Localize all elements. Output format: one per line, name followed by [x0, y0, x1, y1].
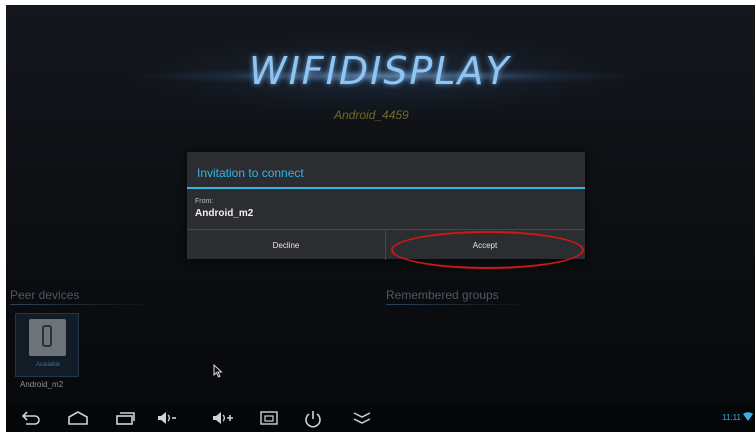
app-logo: WIFIDISPLAY	[249, 49, 511, 93]
collapse-icon[interactable]	[351, 410, 373, 426]
decline-button[interactable]: Decline	[187, 230, 386, 260]
home-icon[interactable]	[66, 410, 90, 426]
screen: WIFIDISPLAY Android_4459 Invitation to c…	[6, 5, 755, 432]
remembered-groups-title: Remembered groups	[386, 288, 499, 302]
from-value: Android_m2	[195, 208, 254, 219]
dialog-button-row: Decline Accept	[187, 229, 585, 260]
dialog-header: Invitation to connect	[187, 152, 585, 189]
peer-devices-title: Peer devices	[10, 288, 80, 302]
peer-device-status: Available	[35, 362, 61, 368]
from-label: From:	[195, 198, 214, 205]
back-icon[interactable]	[20, 410, 42, 426]
recent-apps-icon[interactable]	[114, 410, 136, 426]
invitation-dialog: Invitation to connect From: Android_m2 D…	[187, 152, 585, 260]
accept-button[interactable]: Accept	[386, 230, 584, 260]
dialog-title: Invitation to connect	[197, 166, 304, 180]
wifi-icon	[743, 412, 753, 421]
device-name: Android_4459	[334, 108, 409, 122]
remembered-groups-divider	[386, 304, 536, 305]
screenshot-icon[interactable]	[259, 410, 279, 426]
power-icon[interactable]	[303, 410, 323, 428]
volume-up-icon[interactable]	[211, 410, 235, 426]
peer-devices-divider	[10, 304, 158, 305]
peer-device-tile[interactable]: Available	[15, 313, 79, 377]
peer-device-icon-box	[29, 319, 66, 356]
phone-icon	[42, 325, 52, 347]
peer-device-name: Android_m2	[20, 380, 64, 389]
navigation-bar: 11:11	[6, 405, 755, 432]
clock: 11:11	[722, 413, 741, 422]
volume-down-icon[interactable]	[156, 410, 178, 426]
mouse-cursor-icon	[213, 364, 223, 378]
